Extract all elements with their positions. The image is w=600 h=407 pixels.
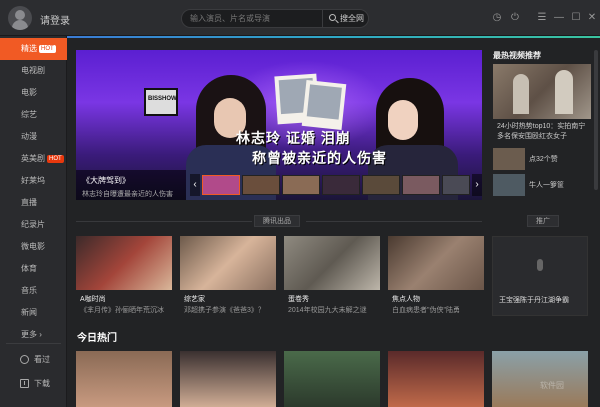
login-link[interactable]: 请登录 xyxy=(40,12,70,27)
today-hot-thumb[interactable] xyxy=(388,351,484,407)
sidebar-item-hollywood[interactable]: 好莱坞 xyxy=(0,170,67,192)
close-icon[interactable]: ✕ xyxy=(585,11,599,25)
banner-thumb[interactable] xyxy=(242,175,280,195)
menu-icon[interactable]: ☰ xyxy=(535,11,549,25)
today-hot-thumb[interactable] xyxy=(492,351,588,407)
search-button[interactable]: 搜全网 xyxy=(322,10,368,27)
placeholder-icon xyxy=(537,259,543,271)
banner-show-desc: 林志玲自曝遭最亲近的人伤害 xyxy=(82,191,173,198)
sidebar-item-live[interactable]: 直播 xyxy=(0,192,67,214)
hot-video-item[interactable]: 点32个赞 xyxy=(493,148,591,170)
section-tencent: 腾讯出品 xyxy=(254,215,300,227)
featured-banner[interactable]: BISSHOW 林志玲 证婚 泪崩 称曾被亲近的人伤害 《大牌驾到》 林志玲自曝… xyxy=(76,50,482,200)
card-thumbnail xyxy=(180,236,276,290)
banner-headline: 林志玲 证婚 泪崩 xyxy=(236,130,351,146)
minimize-icon[interactable]: — xyxy=(552,11,566,25)
search-icon xyxy=(329,14,336,21)
sidebar-item-variety[interactable]: 综艺 xyxy=(0,104,67,126)
banner-thumb[interactable] xyxy=(402,175,440,195)
hot-videos-title: 最热视频推荐 xyxy=(493,51,541,60)
download-icon xyxy=(20,379,29,388)
today-hot-thumb[interactable] xyxy=(76,351,172,407)
banner-thumb[interactable] xyxy=(282,175,320,195)
sidebar-divider xyxy=(6,343,61,344)
hot-video-item[interactable]: 牛人一箩筐 xyxy=(493,174,591,196)
search-input[interactable] xyxy=(190,12,320,25)
banner-info[interactable]: 《大牌驾到》 林志玲自曝遭最亲近的人伤害 xyxy=(76,170,186,200)
card-thumbnail xyxy=(284,236,380,290)
banner-thumb[interactable] xyxy=(322,175,360,195)
hot-video-caption[interactable]: 24小时热势top10：实拍南宁多名保安围殴红衣女子 xyxy=(497,122,591,142)
hot-badge: HOT xyxy=(47,155,64,163)
sidebar-item-anime[interactable]: 动漫 xyxy=(0,126,67,148)
avatar[interactable] xyxy=(8,6,32,30)
sidebar-item-music[interactable]: 音乐 xyxy=(0,280,67,302)
sidebar-item-featured[interactable]: 精选 HOT xyxy=(0,38,67,60)
sidebar-item-us-uk-series[interactable]: 英美剧 HOT xyxy=(0,148,67,170)
download-button[interactable]: 下载 xyxy=(0,373,67,395)
scrollbar[interactable] xyxy=(594,50,598,190)
today-hot-thumb[interactable] xyxy=(284,351,380,407)
user-icon xyxy=(15,10,25,20)
search-box: 搜全网 xyxy=(181,9,369,28)
sidebar: 精选 HOT 电视剧 电影 综艺 动漫 英美剧 HOT 好莱坞 直播 纪录片 微电影… xyxy=(0,36,67,407)
history-button[interactable]: 看过 xyxy=(0,349,67,371)
hot-badge: HOT xyxy=(39,45,56,53)
banner-thumb[interactable] xyxy=(442,175,470,195)
sidebar-item-tv-series[interactable]: 电视剧 xyxy=(0,60,67,82)
sidebar-item-documentary[interactable]: 纪录片 xyxy=(0,214,67,236)
photo-prop xyxy=(301,80,347,130)
history-icon xyxy=(20,355,29,364)
ad-card[interactable]: 王宝强陈于丹江湖争霸 xyxy=(492,236,588,316)
sidebar-item-micro-film[interactable]: 微电影 xyxy=(0,236,67,258)
clapper-icon: BISSHOW xyxy=(144,88,178,116)
today-hot-title: 今日热门 xyxy=(77,333,117,344)
accent-divider xyxy=(67,36,600,38)
watermark: 软件园 xyxy=(540,381,564,390)
power-icon[interactable]: ⏻ xyxy=(508,11,522,25)
section-ad: 推广 xyxy=(527,215,559,227)
banner-show-title: 《大牌驾到》 xyxy=(82,176,130,185)
sidebar-item-news[interactable]: 新闻 xyxy=(0,302,67,324)
banner-thumbnail-strip: ‹ › xyxy=(190,174,482,196)
title-bar: 请登录 搜全网 ◷ ⏻ ☰ — ☐ ✕ xyxy=(0,0,600,36)
history-clock-icon[interactable]: ◷ xyxy=(490,11,504,25)
card-thumbnail xyxy=(76,236,172,290)
chevron-left-icon[interactable]: ‹ xyxy=(190,174,200,196)
banner-thumb[interactable] xyxy=(362,175,400,195)
banner-thumb[interactable] xyxy=(202,175,240,195)
maximize-icon[interactable]: ☐ xyxy=(569,11,583,25)
today-hot-thumb[interactable] xyxy=(180,351,276,407)
chevron-right-icon[interactable]: › xyxy=(472,174,482,196)
hot-video-thumb[interactable] xyxy=(493,64,591,119)
sidebar-item-movies[interactable]: 电影 xyxy=(0,82,67,104)
banner-subheadline: 称曾被亲近的人伤害 xyxy=(252,150,387,166)
sidebar-item-sports[interactable]: 体育 xyxy=(0,258,67,280)
card-thumbnail xyxy=(388,236,484,290)
